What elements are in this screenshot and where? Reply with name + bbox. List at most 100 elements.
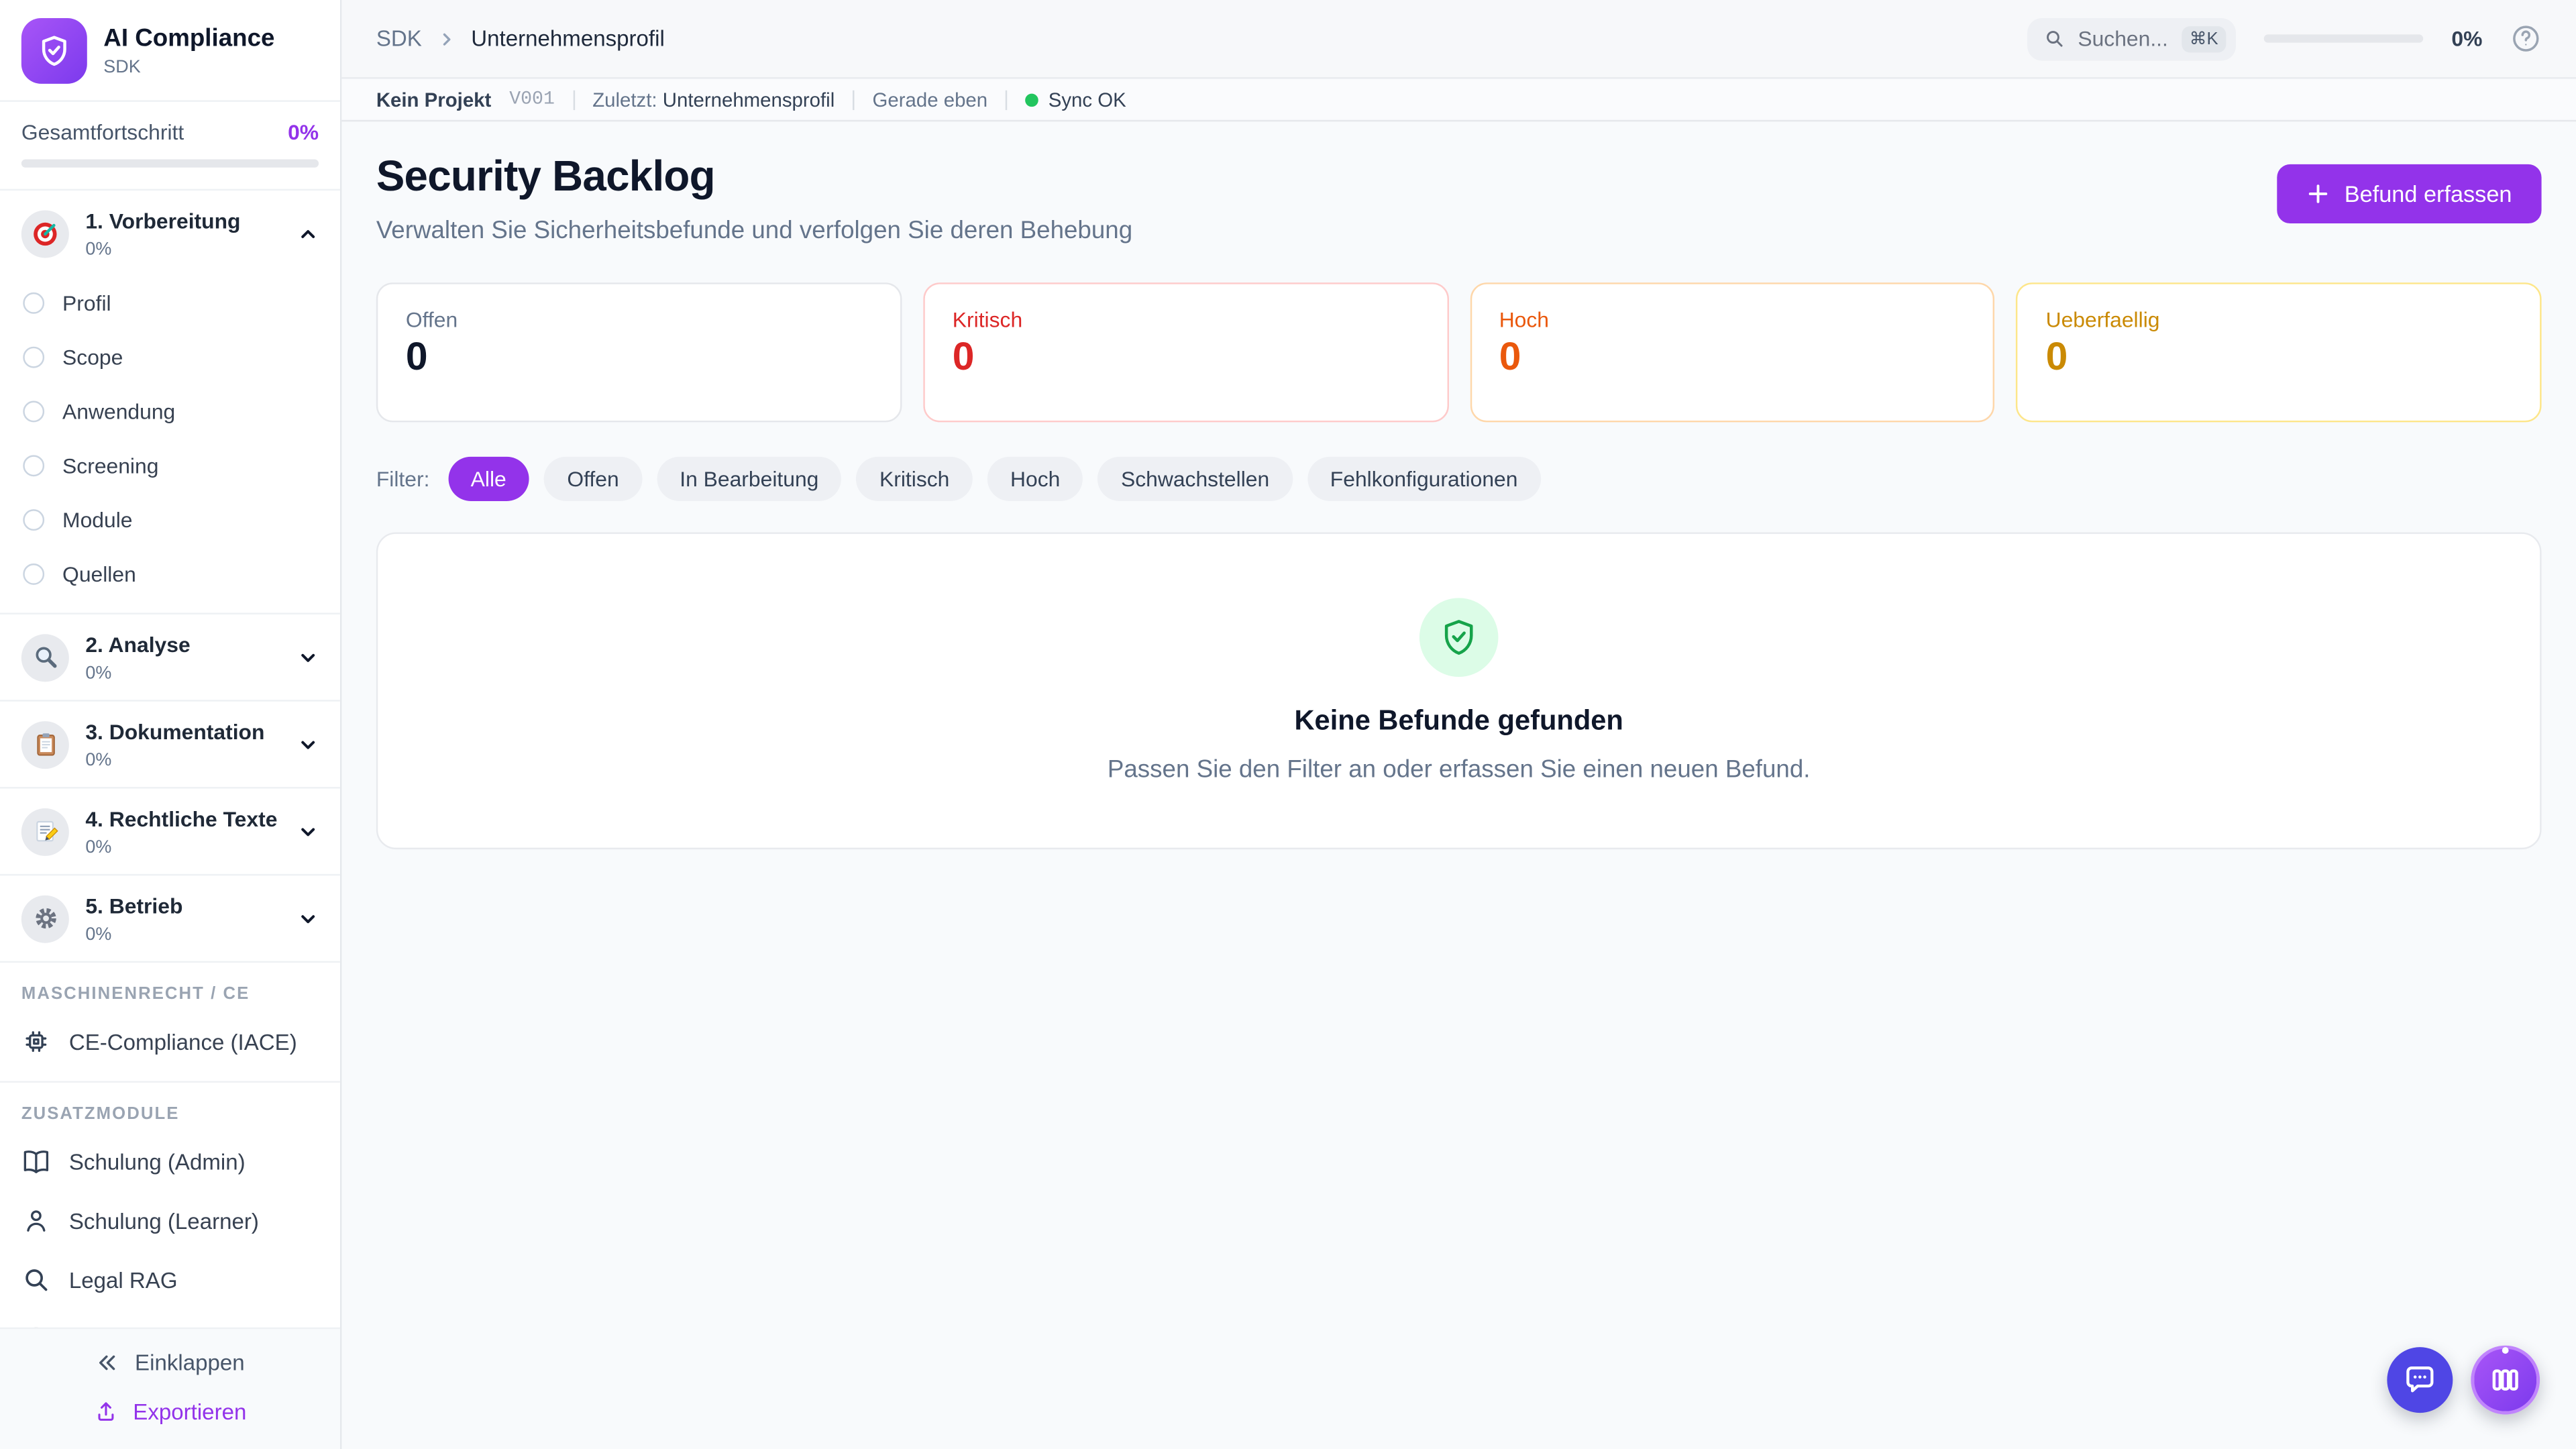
filter-pill-kritisch[interactable]: Kritisch bbox=[857, 457, 973, 501]
app-subtitle: SDK bbox=[103, 58, 274, 77]
sidebar: AI Compliance SDK Gesamtfortschritt 0% bbox=[0, 0, 341, 1449]
chip-icon bbox=[21, 1027, 51, 1057]
topbar: SDK Unternehmensprofil Suchen... ⌘K bbox=[341, 0, 2576, 79]
content-area: Security Backlog Verwalten Sie Sicherhei… bbox=[341, 121, 2576, 1449]
filter-pill-hoch[interactable]: Hoch bbox=[987, 457, 1083, 501]
clipboard-icon bbox=[21, 720, 69, 768]
chevron-down-icon[interactable] bbox=[297, 647, 319, 668]
divider bbox=[853, 89, 854, 109]
phase-dokumentation: 3. Dokumentation 0% bbox=[0, 702, 340, 789]
radio-circle-icon bbox=[23, 401, 44, 423]
phase-title: 1. Vorbereitung bbox=[85, 209, 240, 233]
phase-betrieb: 5. Betrieb 0% bbox=[0, 875, 340, 963]
stat-label: Kritisch bbox=[953, 307, 1419, 332]
page-title: Security Backlog bbox=[376, 151, 1132, 202]
filter-pill-offen[interactable]: Offen bbox=[544, 457, 642, 501]
sidebar-item-module[interactable]: Module bbox=[0, 493, 340, 547]
breadcrumb-chevron-icon bbox=[437, 29, 456, 48]
stat-value: 0 bbox=[1499, 337, 1966, 380]
sync-status-dot bbox=[1025, 93, 1038, 106]
header-progress-value: 0% bbox=[2451, 26, 2482, 51]
breadcrumb-item-current: Unternehmensprofil bbox=[471, 26, 665, 51]
phase-title: 4. Rechtliche Texte bbox=[85, 806, 277, 831]
sidebar-item-screening[interactable]: Screening bbox=[0, 439, 340, 493]
sidebar-item-scope[interactable]: Scope bbox=[0, 330, 340, 384]
chevron-down-icon[interactable] bbox=[297, 733, 319, 755]
phase-title: 5. Betrieb bbox=[85, 894, 182, 918]
group-header: ZUSATZMODULE bbox=[0, 1083, 340, 1132]
sidebar-item-profil[interactable]: Profil bbox=[0, 276, 340, 330]
memo-pencil-icon bbox=[21, 808, 69, 855]
status-project: Kein Projekt bbox=[376, 88, 492, 111]
phase-header-betrieb[interactable]: 5. Betrieb 0% bbox=[0, 875, 340, 961]
radio-circle-icon bbox=[23, 347, 44, 368]
stats-row: Offen 0 Kritisch 0 Hoch 0 Ueberfaellig 0 bbox=[376, 282, 2542, 422]
overall-progress-value: 0% bbox=[288, 120, 319, 145]
filter-pill-fehlkonfigurationen[interactable]: Fehlkonfigurationen bbox=[1307, 457, 1541, 501]
sidebar-item-quellen[interactable]: Quellen bbox=[0, 547, 340, 602]
app-logo bbox=[21, 18, 87, 84]
add-finding-button[interactable]: Befund erfassen bbox=[2277, 164, 2541, 223]
header-progress-bar bbox=[2264, 34, 2424, 42]
sidebar-nav: 1. Vorbereitung 0% Profil Scope bbox=[0, 191, 340, 1328]
filter-label: Filter: bbox=[376, 467, 430, 492]
empty-state-title: Keine Befunde gefunden bbox=[1294, 705, 1623, 738]
phase-analyse: 2. Analyse 0% bbox=[0, 614, 340, 702]
phase-header-vorbereitung[interactable]: 1. Vorbereitung 0% bbox=[0, 191, 340, 276]
stat-card-offen: Offen 0 bbox=[376, 282, 902, 422]
radio-circle-icon bbox=[23, 455, 44, 476]
plus-icon bbox=[2306, 182, 2329, 205]
status-last-label: Zuletzt: bbox=[592, 88, 657, 111]
help-circle-icon[interactable] bbox=[2510, 23, 2542, 54]
overall-progress-bar bbox=[21, 160, 319, 168]
search-input[interactable]: Suchen... ⌘K bbox=[2027, 17, 2236, 60]
status-time: Gerade eben bbox=[873, 88, 988, 111]
phase-header-analyse[interactable]: 2. Analyse 0% bbox=[0, 614, 340, 700]
sidebar-item-ai-quality[interactable]: AI Quality bbox=[0, 1309, 340, 1328]
chevron-down-icon[interactable] bbox=[297, 908, 319, 929]
kanban-fab-button[interactable] bbox=[2471, 1346, 2540, 1415]
overall-progress-label: Gesamtfortschritt bbox=[21, 120, 184, 145]
phase-header-rechtliche-texte[interactable]: 4. Rechtliche Texte 0% bbox=[0, 789, 340, 874]
phase-rechtliche-texte: 4. Rechtliche Texte 0% bbox=[0, 789, 340, 876]
open-book-icon bbox=[21, 1146, 51, 1176]
chevron-up-icon[interactable] bbox=[297, 223, 319, 244]
magnifier-icon bbox=[21, 633, 69, 681]
chat-fab-button[interactable] bbox=[2387, 1347, 2453, 1413]
breadcrumb-item-sdk[interactable]: SDK bbox=[376, 26, 422, 51]
overall-progress: Gesamtfortschritt 0% bbox=[0, 102, 340, 191]
filter-pill-schwachstellen[interactable]: Schwachstellen bbox=[1098, 457, 1293, 501]
shield-check-icon bbox=[1438, 616, 1481, 659]
group-zusatzmodule: ZUSATZMODULE Schulung (Admin) bbox=[0, 1083, 340, 1328]
upload-icon bbox=[94, 1400, 119, 1425]
stat-label: Ueberfaellig bbox=[2046, 307, 2512, 332]
filter-pill-alle[interactable]: Alle bbox=[447, 457, 529, 501]
stat-label: Hoch bbox=[1499, 307, 1966, 332]
filter-row: Filter: Alle Offen In Bearbeitung Kritis… bbox=[376, 457, 2542, 501]
phase-percent: 0% bbox=[85, 663, 280, 683]
radio-circle-icon bbox=[23, 292, 44, 314]
phase-percent: 0% bbox=[85, 240, 280, 260]
phase-percent: 0% bbox=[85, 838, 280, 857]
app-logo-row: AI Compliance SDK bbox=[0, 0, 340, 102]
search-placeholder: Suchen... bbox=[2078, 26, 2168, 51]
sidebar-item-schulung-learner[interactable]: Schulung (Learner) bbox=[0, 1191, 340, 1250]
stat-card-hoch: Hoch 0 bbox=[1470, 282, 1995, 422]
export-button[interactable]: Exportieren bbox=[0, 1400, 340, 1425]
phase-header-dokumentation[interactable]: 3. Dokumentation 0% bbox=[0, 702, 340, 787]
main-column: SDK Unternehmensprofil Suchen... ⌘K bbox=[341, 0, 2576, 1449]
sidebar-item-legal-rag[interactable]: Legal RAG bbox=[0, 1250, 340, 1309]
target-icon bbox=[21, 209, 69, 257]
sidebar-item-ce-compliance[interactable]: CE-Compliance (IACE) bbox=[0, 1012, 340, 1071]
collapse-sidebar-button[interactable]: Einklappen bbox=[0, 1350, 340, 1375]
sidebar-item-anwendung[interactable]: Anwendung bbox=[0, 384, 340, 439]
radio-circle-icon bbox=[23, 564, 44, 585]
radio-circle-icon bbox=[23, 509, 44, 531]
stat-value: 0 bbox=[953, 337, 1419, 380]
chevron-down-icon[interactable] bbox=[297, 820, 319, 842]
sidebar-item-schulung-admin[interactable]: Schulung (Admin) bbox=[0, 1132, 340, 1191]
filter-pill-in-bearbeitung[interactable]: In Bearbeitung bbox=[657, 457, 842, 501]
stat-label: Offen bbox=[406, 307, 872, 332]
gear-icon bbox=[21, 894, 69, 942]
kanban-columns-icon bbox=[2487, 1362, 2524, 1398]
